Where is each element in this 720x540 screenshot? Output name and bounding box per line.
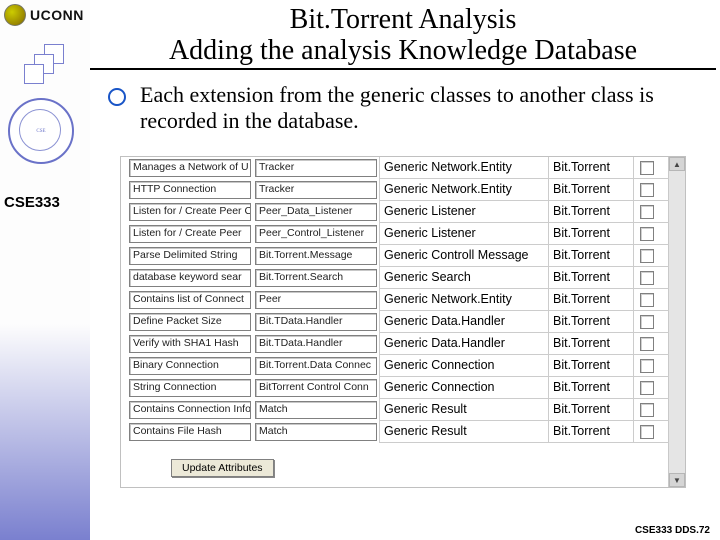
table-row: Parse Delimited StringBit.Torrent.Messag…	[121, 245, 669, 267]
class-input[interactable]: Tracker	[255, 181, 377, 199]
desc-input[interactable]: Binary Connection	[129, 357, 251, 375]
protocol-cell: Bit.Torrent	[548, 355, 634, 377]
desc-input[interactable]: Listen for / Create Peer	[129, 225, 251, 243]
generic-cell: Generic Network.Entity	[379, 289, 548, 311]
generic-cell: Generic Controll Message	[379, 245, 548, 267]
brand-name: UCONN	[30, 7, 84, 23]
row-checkbox[interactable]	[640, 271, 654, 285]
class-input[interactable]: Bit.Torrent.Message	[255, 247, 377, 265]
row-checkbox[interactable]	[640, 249, 654, 263]
attributes-panel: ▲ ▼ Manages a Network of UTrackerGeneric…	[120, 156, 686, 488]
class-input[interactable]: Peer	[255, 291, 377, 309]
class-input[interactable]: Bit.TData.Handler	[255, 335, 377, 353]
desc-input[interactable]: Contains Connection Info	[129, 401, 251, 419]
generic-cell: Generic Network.Entity	[379, 179, 548, 201]
class-input[interactable]: Bit.Torrent.Search	[255, 269, 377, 287]
generic-cell: Generic Listener	[379, 201, 548, 223]
desc-input[interactable]: Contains File Hash	[129, 423, 251, 441]
bullet-icon	[108, 88, 126, 106]
update-attributes-button[interactable]: Update Attributes	[171, 459, 274, 477]
row-checkbox[interactable]	[640, 205, 654, 219]
row-checkbox[interactable]	[640, 403, 654, 417]
class-input[interactable]: BitTorrent Control Conn	[255, 379, 377, 397]
protocol-cell: Bit.Torrent	[548, 311, 634, 333]
class-input[interactable]: Peer_Data_Listener	[255, 203, 377, 221]
table-row: Verify with SHA1 HashBit.TData.HandlerGe…	[121, 333, 669, 355]
attributes-grid: Manages a Network of UTrackerGeneric Net…	[121, 157, 669, 453]
row-checkbox[interactable]	[640, 425, 654, 439]
scrollbar[interactable]: ▲ ▼	[668, 157, 685, 487]
table-row: Define Packet SizeBit.TData.HandlerGener…	[121, 311, 669, 333]
row-checkbox[interactable]	[640, 337, 654, 351]
row-checkbox[interactable]	[640, 293, 654, 307]
row-checkbox[interactable]	[640, 359, 654, 373]
slide-footer: CSE333 DDS.72	[635, 525, 710, 536]
generic-cell: Generic Search	[379, 267, 548, 289]
table-row: Contains File HashMatchGeneric ResultBit…	[121, 421, 669, 443]
desc-input[interactable]: database keyword sear	[129, 269, 251, 287]
protocol-cell: Bit.Torrent	[548, 157, 634, 179]
table-row: Contains list of ConnectPeerGeneric Netw…	[121, 289, 669, 311]
protocol-cell: Bit.Torrent	[548, 223, 634, 245]
class-input[interactable]: Bit.TData.Handler	[255, 313, 377, 331]
class-input[interactable]: Peer_Control_Listener	[255, 225, 377, 243]
desc-input[interactable]: HTTP Connection	[129, 181, 251, 199]
protocol-cell: Bit.Torrent	[548, 267, 634, 289]
protocol-cell: Bit.Torrent	[548, 289, 634, 311]
slide-title: Bit.Torrent Analysis Adding the analysis…	[90, 4, 716, 70]
table-row: HTTP ConnectionTrackerGeneric Network.En…	[121, 179, 669, 201]
table-row: String ConnectionBitTorrent Control Conn…	[121, 377, 669, 399]
protocol-cell: Bit.Torrent	[548, 333, 634, 355]
seal-icon: CSE	[8, 98, 74, 164]
protocol-cell: Bit.Torrent	[548, 179, 634, 201]
desc-input[interactable]: Manages a Network of U	[129, 159, 251, 177]
generic-cell: Generic Connection	[379, 355, 548, 377]
course-code: CSE333	[4, 194, 60, 211]
desc-input[interactable]: Parse Delimited String	[129, 247, 251, 265]
title-line-2: Adding the analysis Knowledge Database	[90, 35, 716, 69]
table-row: Manages a Network of UTrackerGeneric Net…	[121, 157, 669, 179]
class-input[interactable]: Bit.Torrent.Data Connec	[255, 357, 377, 375]
generic-cell: Generic Result	[379, 399, 548, 421]
row-checkbox[interactable]	[640, 227, 654, 241]
bullet-row: Each extension from the generic classes …	[108, 82, 706, 134]
generic-cell: Generic Listener	[379, 223, 548, 245]
row-checkbox[interactable]	[640, 315, 654, 329]
scroll-up-icon[interactable]: ▲	[669, 157, 685, 171]
uconn-logo: UCONN	[4, 4, 84, 26]
generic-cell: Generic Connection	[379, 377, 548, 399]
table-row: Binary ConnectionBit.Torrent.Data Connec…	[121, 355, 669, 377]
table-row: Listen for / Create PeerPeer_Control_Lis…	[121, 223, 669, 245]
protocol-cell: Bit.Torrent	[548, 421, 634, 443]
desc-input[interactable]: Verify with SHA1 Hash	[129, 335, 251, 353]
generic-cell: Generic Data.Handler	[379, 333, 548, 355]
protocol-cell: Bit.Torrent	[548, 245, 634, 267]
class-input[interactable]: Tracker	[255, 159, 377, 177]
generic-cell: Generic Result	[379, 421, 548, 443]
class-input[interactable]: Match	[255, 423, 377, 441]
protocol-cell: Bit.Torrent	[548, 201, 634, 223]
scroll-down-icon[interactable]: ▼	[669, 473, 685, 487]
desc-input[interactable]: Define Packet Size	[129, 313, 251, 331]
desc-input[interactable]: Contains list of Connect	[129, 291, 251, 309]
desc-input[interactable]: String Connection	[129, 379, 251, 397]
table-row: database keyword searBit.Torrent.SearchG…	[121, 267, 669, 289]
desc-input[interactable]: Listen for / Create Peer C	[129, 203, 251, 221]
table-row: Listen for / Create Peer CPeer_Data_List…	[121, 201, 669, 223]
generic-cell: Generic Network.Entity	[379, 157, 548, 179]
row-checkbox[interactable]	[640, 183, 654, 197]
class-input[interactable]: Match	[255, 401, 377, 419]
title-line-1: Bit.Torrent Analysis	[90, 4, 716, 35]
logo-badge-icon	[4, 4, 26, 26]
protocol-cell: Bit.Torrent	[548, 399, 634, 421]
generic-cell: Generic Data.Handler	[379, 311, 548, 333]
table-row: Contains Connection InfoMatchGeneric Res…	[121, 399, 669, 421]
squares-icon	[24, 44, 66, 86]
protocol-cell: Bit.Torrent	[548, 377, 634, 399]
bullet-text: Each extension from the generic classes …	[140, 82, 706, 134]
row-checkbox[interactable]	[640, 381, 654, 395]
sidebar: UCONN CSE CSE333	[0, 0, 90, 540]
row-checkbox[interactable]	[640, 161, 654, 175]
